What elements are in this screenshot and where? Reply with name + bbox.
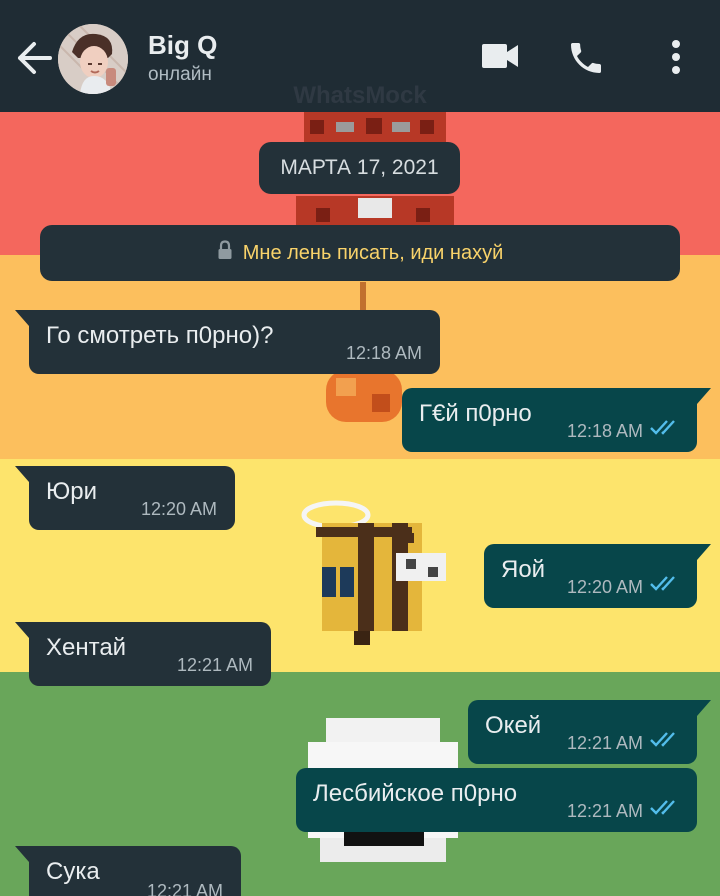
message-text: Г€й п0рно [419, 400, 532, 427]
bubble-tail [15, 846, 29, 862]
message-text: Сука [46, 858, 100, 885]
message-text: Го смотреть п0рно)? [46, 322, 274, 349]
bubble-tail [15, 622, 29, 638]
message-text: Хентай [46, 634, 127, 661]
message-incoming[interactable]: Юри 12:20 AM [15, 466, 235, 530]
bubble-tail [15, 310, 29, 326]
watermark: WhatsMock [293, 82, 427, 109]
message-text: Яой [501, 556, 546, 583]
message-time: 12:20 AM [566, 577, 643, 597]
message-time: 12:21 AM [566, 733, 643, 753]
video-call-icon[interactable] [480, 38, 520, 79]
message-time: 12:20 AM [140, 499, 217, 519]
message-text: Юри [46, 478, 97, 505]
message-time: 12:18 AM [566, 421, 643, 441]
contact-name[interactable]: Big Q [148, 30, 217, 61]
more-options-icon[interactable] [664, 38, 688, 83]
double-check-read-icon [650, 575, 682, 598]
message-incoming[interactable]: Го смотреть п0рно)? 12:18 AM [15, 310, 440, 374]
phone-icon[interactable] [566, 38, 606, 83]
double-check-read-icon [650, 799, 682, 822]
bee-sticker [296, 497, 466, 652]
message-text: Окей [485, 712, 542, 739]
back-arrow-icon[interactable] [14, 40, 54, 76]
message-outgoing[interactable]: Окей 12:21 AM [468, 700, 711, 764]
message-outgoing[interactable]: Яой 12:20 AM [484, 544, 711, 608]
message-outgoing[interactable]: Лесбийское п0рно 12:21 AM [296, 768, 697, 832]
message-time: 12:21 AM [176, 655, 253, 675]
notice-text: Мне лень писать, иди нахуй [242, 241, 504, 264]
double-check-read-icon [650, 419, 682, 442]
message-time: 12:18 AM [345, 343, 422, 363]
lock-icon [217, 240, 233, 266]
date-chip: МАРТА 17, 2021 [259, 142, 460, 194]
bubble-tail [697, 388, 711, 404]
message-text: Лесбийское п0рно [313, 780, 518, 807]
encryption-notice[interactable]: Мне лень писать, иди нахуй [40, 225, 680, 281]
double-check-read-icon [650, 731, 682, 754]
message-outgoing[interactable]: Г€й п0рно 12:18 AM [402, 388, 711, 452]
bubble-tail [697, 700, 711, 716]
message-incoming[interactable]: Сука 12:21 AM [15, 846, 241, 896]
bubble-tail [15, 466, 29, 482]
message-time: 12:21 AM [146, 881, 223, 896]
message-incoming[interactable]: Хентай 12:21 AM [15, 622, 271, 686]
bubble-tail [697, 544, 711, 560]
message-time: 12:21 AM [566, 801, 643, 821]
